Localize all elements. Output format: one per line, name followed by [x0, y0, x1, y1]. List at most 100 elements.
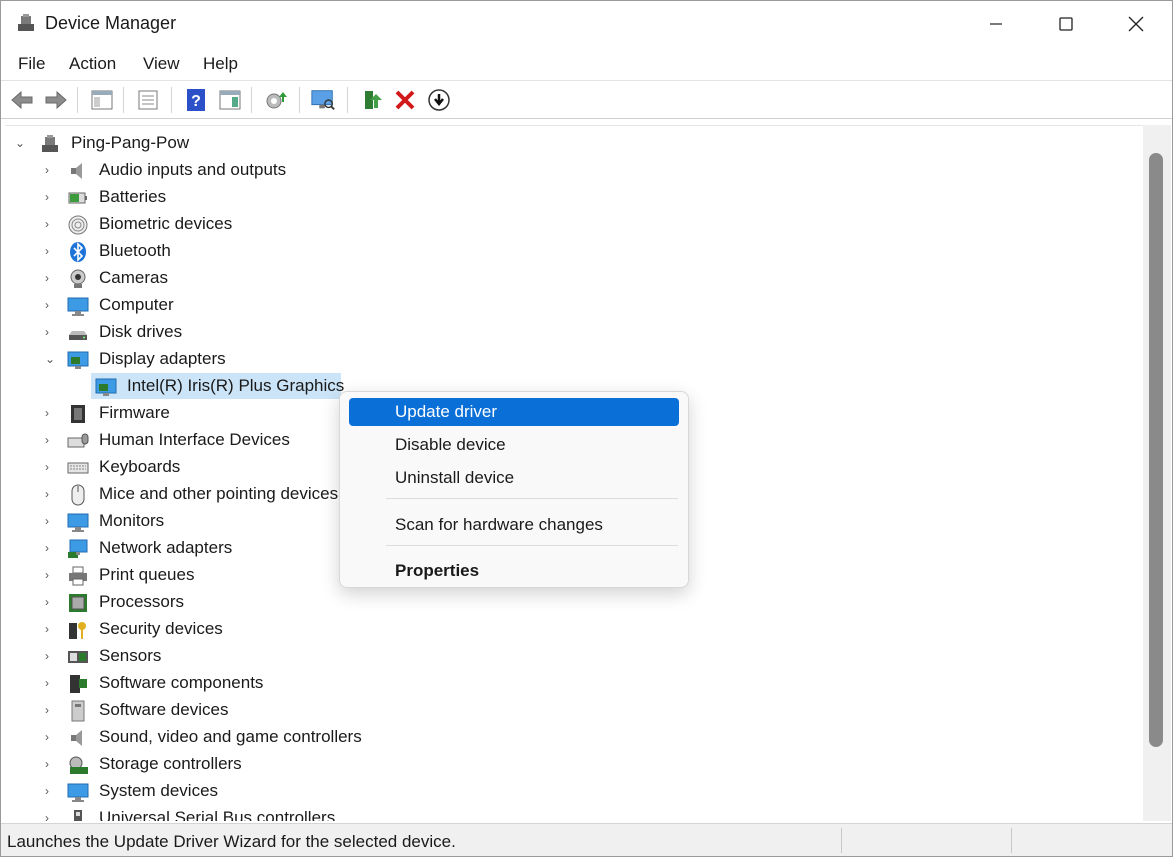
- tree-item-label: Intel(R) Iris(R) Plus Graphics: [127, 376, 345, 395]
- scrollbar-thumb[interactable]: [1149, 153, 1163, 747]
- tree-category-storage-controllers[interactable]: › Storage controllers: [5, 751, 1143, 778]
- properties-button[interactable]: [135, 87, 161, 113]
- chevron-right-icon[interactable]: ›: [45, 406, 57, 420]
- uninstall-device-button[interactable]: [392, 87, 418, 113]
- battery-icon: [68, 192, 87, 204]
- tree-category-disk-drives[interactable]: › Disk drives: [5, 319, 1143, 346]
- tree-category-biometric[interactable]: › Biometric devices: [5, 211, 1143, 238]
- show-hide-console-tree-button[interactable]: [89, 87, 115, 113]
- network-adapter-icon: [68, 539, 88, 558]
- maximize-button[interactable]: [1031, 1, 1101, 47]
- tree-category-usb-controllers[interactable]: › Universal Serial Bus controllers: [5, 805, 1143, 821]
- chevron-right-icon[interactable]: ›: [45, 649, 57, 663]
- tree-category-display-adapters[interactable]: ⌄ Display adapters: [5, 346, 1143, 373]
- scan-hardware-button[interactable]: [310, 87, 336, 113]
- bluetooth-icon: [70, 242, 86, 262]
- tree-item-label: Monitors: [99, 511, 165, 530]
- chevron-down-icon[interactable]: ⌄: [15, 136, 27, 150]
- tree-category-security-devices[interactable]: › Security devices: [5, 616, 1143, 643]
- maximize-icon: [1059, 17, 1073, 31]
- forward-button[interactable]: [43, 87, 69, 113]
- update-driver-toolbar-button[interactable]: [263, 87, 289, 113]
- chevron-right-icon[interactable]: ›: [45, 244, 57, 258]
- scan-hardware-label: Scan for hardware changes: [395, 515, 603, 534]
- chevron-right-icon[interactable]: ›: [45, 811, 57, 821]
- tree-item-label: Batteries: [99, 187, 167, 206]
- chevron-right-icon[interactable]: ›: [45, 325, 57, 339]
- toolbar-separator: [123, 87, 124, 113]
- tree-item-label: Software components: [99, 673, 264, 692]
- close-icon: [1128, 16, 1144, 32]
- chevron-right-icon[interactable]: ›: [45, 298, 57, 312]
- enable-device-button[interactable]: [359, 87, 385, 113]
- chevron-right-icon[interactable]: ›: [45, 514, 57, 528]
- chevron-right-icon[interactable]: ›: [45, 595, 57, 609]
- printer-icon: [69, 566, 87, 586]
- menu-action[interactable]: Action: [69, 54, 116, 74]
- back-button[interactable]: [9, 87, 35, 113]
- menu-file[interactable]: File: [18, 54, 45, 74]
- tree-item-label: Processors: [99, 592, 185, 611]
- action-pane-button[interactable]: [217, 87, 243, 113]
- tree-item-label: Disk drives: [99, 322, 183, 341]
- disable-device-button[interactable]: [426, 87, 452, 113]
- menu-view[interactable]: View: [143, 54, 180, 74]
- tree-item-label: Print queues: [99, 565, 195, 584]
- properties-menu-item[interactable]: Properties: [349, 557, 679, 585]
- chevron-right-icon[interactable]: ›: [45, 730, 57, 744]
- tree-category-sensors[interactable]: › Sensors: [5, 643, 1143, 670]
- tree-item-label: Mice and other pointing devices: [99, 484, 339, 503]
- status-bar: Launches the Update Driver Wizard for th…: [1, 823, 1172, 856]
- status-text: Launches the Update Driver Wizard for th…: [7, 832, 456, 851]
- chevron-right-icon[interactable]: ›: [45, 433, 57, 447]
- tree-category-audio[interactable]: › Audio inputs and outputs: [5, 157, 1143, 184]
- chevron-right-icon[interactable]: ›: [45, 541, 57, 555]
- monitor-icon: [67, 513, 89, 532]
- vertical-scrollbar[interactable]: [1143, 125, 1171, 821]
- tree-category-cameras[interactable]: › Cameras: [5, 265, 1143, 292]
- chevron-right-icon[interactable]: ›: [45, 163, 57, 177]
- tree-item-label: Security devices: [99, 619, 223, 638]
- chevron-right-icon[interactable]: ›: [45, 217, 57, 231]
- chevron-down-icon[interactable]: ⌄: [45, 352, 57, 366]
- tree-category-batteries[interactable]: › Batteries: [5, 184, 1143, 211]
- chevron-right-icon[interactable]: ›: [45, 757, 57, 771]
- tree-item-label: Sound, video and game controllers: [99, 727, 362, 746]
- uninstall-icon: [395, 90, 415, 110]
- chevron-right-icon[interactable]: ›: [45, 676, 57, 690]
- disable-device-menu-item[interactable]: Disable device: [349, 431, 679, 459]
- tree-category-bluetooth[interactable]: › Bluetooth: [5, 238, 1143, 265]
- chevron-right-icon[interactable]: ›: [45, 271, 57, 285]
- chevron-right-icon[interactable]: ›: [45, 460, 57, 474]
- system-device-icon: [67, 783, 89, 802]
- chevron-right-icon[interactable]: ›: [45, 784, 57, 798]
- uninstall-device-menu-item[interactable]: Uninstall device: [349, 464, 679, 492]
- chevron-right-icon[interactable]: ›: [45, 703, 57, 717]
- tree-category-sound-video-game[interactable]: › Sound, video and game controllers: [5, 724, 1143, 751]
- uninstall-device-label: Uninstall device: [395, 468, 515, 487]
- chevron-right-icon[interactable]: ›: [45, 487, 57, 501]
- menu-help[interactable]: Help: [203, 54, 238, 74]
- tree-category-software-devices[interactable]: › Software devices: [5, 697, 1143, 724]
- chevron-right-icon[interactable]: ›: [45, 190, 57, 204]
- update-driver-label: Update driver: [395, 402, 498, 421]
- tree-category-processors[interactable]: › Processors: [5, 589, 1143, 616]
- tree-category-computer[interactable]: › Computer: [5, 292, 1143, 319]
- usb-icon: [74, 810, 82, 821]
- tree-category-system-devices[interactable]: › System devices: [5, 778, 1143, 805]
- disable-device-label: Disable device: [395, 435, 506, 454]
- status-divider: [1011, 828, 1012, 853]
- tree-category-software-components[interactable]: › Software components: [5, 670, 1143, 697]
- help-button[interactable]: ?: [183, 87, 209, 113]
- chevron-right-icon[interactable]: ›: [45, 622, 57, 636]
- update-driver-menu-item[interactable]: Update driver: [349, 398, 679, 426]
- minimize-button[interactable]: [961, 1, 1031, 47]
- chevron-right-icon[interactable]: ›: [45, 568, 57, 582]
- tree-item-label: Cameras: [99, 268, 168, 287]
- tree-root-label: Ping-Pang-Pow: [71, 133, 190, 152]
- scan-hardware-menu-item[interactable]: Scan for hardware changes: [349, 511, 679, 539]
- close-button[interactable]: [1101, 1, 1171, 47]
- title-bar: Device Manager: [1, 1, 1172, 47]
- tree-item-label: Universal Serial Bus controllers: [99, 808, 336, 821]
- tree-root[interactable]: ⌄ Ping-Pang-Pow: [5, 130, 1143, 157]
